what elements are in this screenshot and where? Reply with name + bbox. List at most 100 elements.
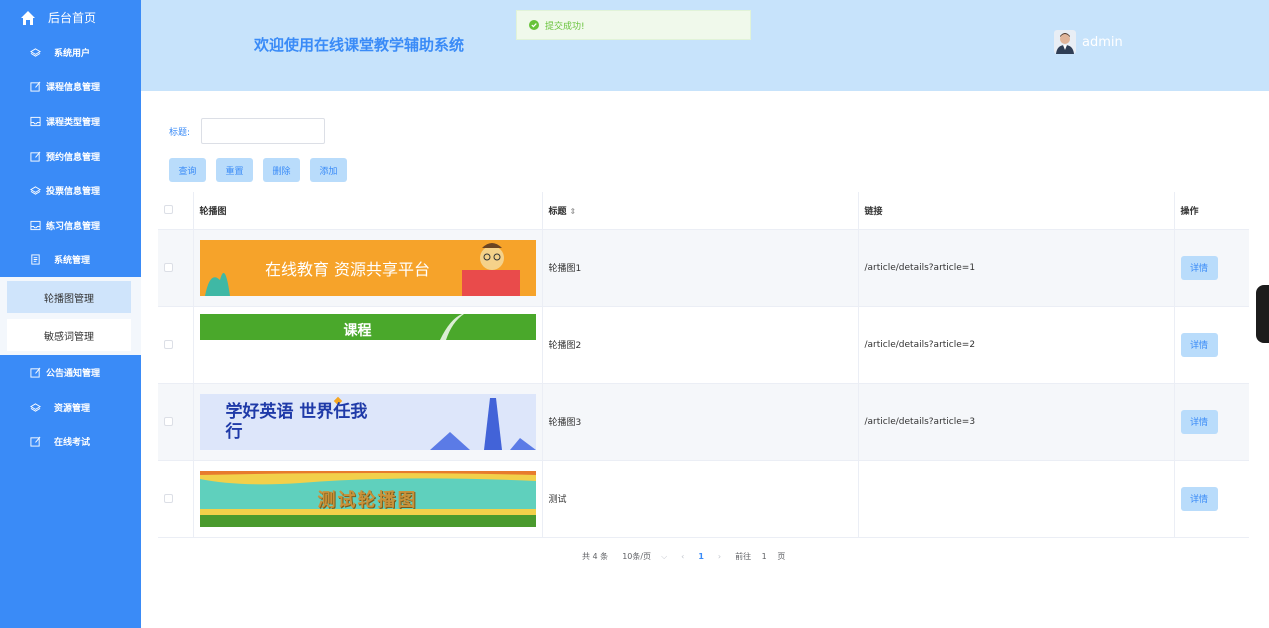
inbox-icon [30, 116, 41, 127]
select-all-checkbox[interactable] [164, 205, 173, 215]
table-row: 课程 轮播图2 /article/details?article=2 详情 [158, 306, 1249, 384]
page-size-select[interactable]: 10条/页 ⌵ [622, 551, 667, 562]
banner-table: 轮播图 标题 ⇕ 链接 操作 在线教育 资源共享平台 轮播图1 /article… [158, 192, 1249, 538]
sidebar-item-course-info[interactable]: 课程信息管理 [0, 70, 141, 105]
sidebar-item-vote-info[interactable]: 投票信息管理 [0, 173, 141, 208]
detail-button[interactable]: 详情 [1180, 255, 1218, 280]
link-cell: /article/details?article=2 [858, 306, 1175, 384]
sort-icon[interactable]: ⇕ [570, 207, 577, 216]
reset-button[interactable]: 重置 [216, 158, 253, 182]
banner-image: 测试轮播图 [199, 470, 536, 527]
goto-suffix: 页 [777, 552, 786, 561]
sidebar-item-online-exam[interactable]: 在线考试 [0, 424, 141, 459]
app-root: 后台首页 系统用户 课程信息管理 课程类型管理 预约信息管理 投票信息管理 练习… [0, 0, 1269, 628]
title-search-input[interactable] [201, 118, 326, 144]
banner-caption: 课程 [343, 322, 372, 339]
banner-cell: 课程 [193, 306, 543, 384]
sidebar-item-label: 投票信息管理 [46, 187, 101, 198]
banner-image: 在线教育 资源共享平台 [199, 239, 536, 296]
edit-icon [30, 82, 41, 92]
column-header-link: 链接 [858, 192, 1175, 230]
sidebar-item-label: 系统管理 [54, 256, 91, 267]
detail-button[interactable]: 详情 [1180, 486, 1218, 511]
pagination: 共 4 条 10条/页 ⌵ ‹ 1 › 前往 1 页 [582, 551, 799, 562]
sidebar-item-system-management[interactable]: 系统管理 [0, 243, 141, 278]
sidebar-item-label: 预约信息管理 [46, 152, 101, 163]
banner-caption: 在线教育 资源共享平台 [264, 259, 431, 279]
pagination-total: 共 4 条 [582, 552, 609, 561]
row-checkbox[interactable] [164, 339, 173, 349]
edit-icon [30, 436, 41, 447]
sidebar-item-notice[interactable]: 公告通知管理 [0, 355, 141, 390]
sidebar-subitem-sensitive-words[interactable]: 敏感词管理 [7, 319, 131, 352]
document-icon [31, 254, 40, 265]
layers-icon [30, 402, 41, 412]
user-menu[interactable]: admin [1054, 30, 1123, 54]
inbox-icon [30, 220, 41, 230]
edit-icon [30, 151, 41, 162]
layers-icon [30, 186, 41, 195]
header: 欢迎使用在线课堂教学辅助系统 提交成功! admin [141, 0, 1269, 91]
column-header-action: 操作 [1174, 192, 1249, 230]
link-cell: /article/details?article=3 [858, 383, 1175, 461]
sidebar-item-booking-info[interactable]: 预约信息管理 [0, 139, 141, 174]
main-content: 标题: 查询 重置 删除 添加 轮播图 标题 ⇕ 链接 操作 在线教育 资源共享… [141, 91, 1269, 628]
sidebar-item-label: 资源管理 [54, 403, 91, 414]
avatar [1054, 30, 1076, 54]
row-select-cell [158, 460, 194, 538]
row-checkbox[interactable] [164, 262, 173, 272]
detail-button[interactable]: 详情 [1180, 409, 1218, 434]
goto-page: 前往 1 页 [735, 551, 785, 562]
action-cell: 详情 [1174, 460, 1249, 538]
sidebar-item-practice-info[interactable]: 练习信息管理 [0, 208, 141, 243]
row-checkbox[interactable] [164, 493, 173, 503]
prev-page-icon[interactable]: ‹ [681, 552, 684, 561]
banner-image: 学好英语 世界任我行 [199, 393, 536, 450]
sidebar-item-system-users[interactable]: 系统用户 [0, 35, 141, 70]
banner-image: 课程 [199, 313, 536, 340]
title-cell: 测试 [542, 460, 859, 538]
query-button[interactable]: 查询 [169, 158, 206, 182]
page-size-value: 10条/页 [622, 552, 652, 561]
banner-cell: 学好英语 世界任我行 [193, 383, 543, 461]
home-icon [21, 10, 35, 25]
current-page[interactable]: 1 [698, 552, 704, 561]
goto-prefix: 前往 [735, 552, 752, 561]
next-page-icon[interactable]: › [718, 552, 721, 561]
sidebar-item-label: 系统用户 [54, 48, 91, 59]
sidebar-item-label: 课程信息管理 [46, 83, 101, 94]
sidebar-home[interactable]: 后台首页 [0, 0, 141, 35]
sidebar-item-resources[interactable]: 资源管理 [0, 390, 141, 425]
title-cell: 轮播图2 [542, 306, 859, 384]
search-label: 标题: [169, 127, 191, 138]
delete-button[interactable]: 删除 [263, 158, 300, 182]
banner-caption: 学好英语 世界任我行 [225, 401, 368, 442]
edge-drawer-handle[interactable] [1256, 285, 1269, 343]
action-cell: 详情 [1174, 306, 1249, 384]
row-select-cell [158, 306, 194, 384]
edit-icon [30, 367, 41, 378]
table-header-row: 轮播图 标题 ⇕ 链接 操作 [158, 192, 1249, 230]
sidebar: 后台首页 系统用户 课程信息管理 课程类型管理 预约信息管理 投票信息管理 练习… [0, 0, 141, 628]
column-header-title[interactable]: 标题 ⇕ [542, 192, 859, 230]
add-button[interactable]: 添加 [310, 158, 347, 182]
select-all-cell [158, 192, 194, 230]
detail-button[interactable]: 详情 [1180, 332, 1218, 357]
sidebar-item-label: 在线考试 [54, 438, 91, 449]
sidebar-item-label: 课程类型管理 [46, 117, 101, 128]
check-circle-icon [529, 20, 539, 30]
table-row: 测试轮播图 测试 详情 [158, 460, 1249, 538]
table-row: 在线教育 资源共享平台 轮播图1 /article/details?articl… [158, 229, 1249, 307]
sidebar-subitem-banner[interactable]: 轮播图管理 [7, 281, 131, 314]
sidebar-submenu-system: 轮播图管理 敏感词管理 [0, 277, 141, 356]
row-checkbox[interactable] [164, 416, 173, 426]
action-cell: 详情 [1174, 229, 1249, 307]
row-select-cell [158, 383, 194, 461]
action-cell: 详情 [1174, 383, 1249, 461]
banner-cell: 测试轮播图 [193, 460, 543, 538]
toast-message: 提交成功! [545, 21, 585, 32]
sidebar-item-course-type[interactable]: 课程类型管理 [0, 104, 141, 139]
sidebar-item-label: 公告通知管理 [46, 368, 101, 379]
goto-page-input[interactable]: 1 [762, 552, 767, 561]
sidebar-home-label: 后台首页 [48, 11, 97, 25]
